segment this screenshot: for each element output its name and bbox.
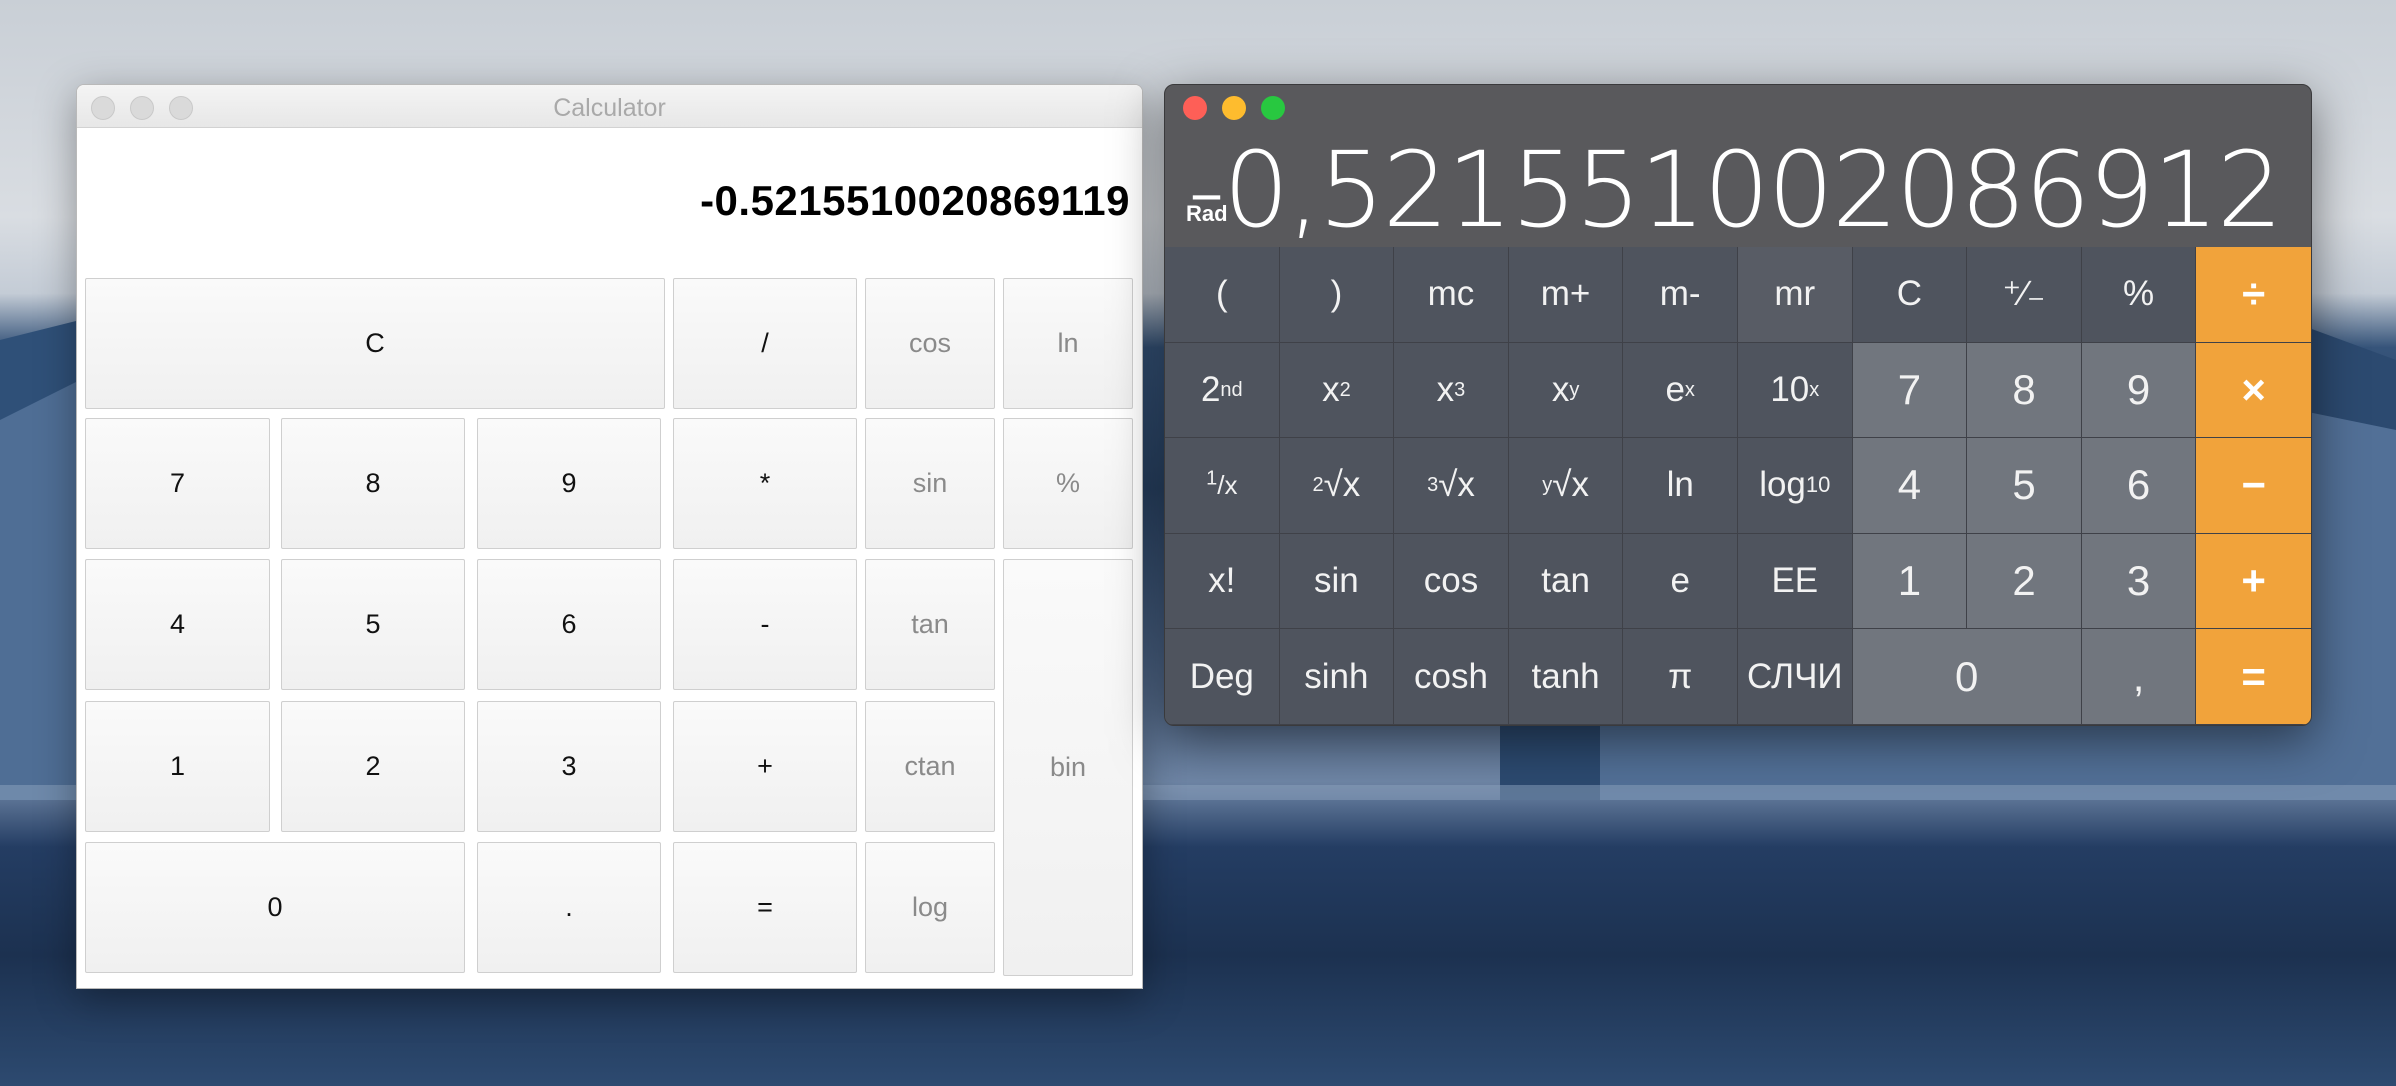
calculator-window-right: Rad -0,521551002086912 ( ) mc m+ m- mr C… [1164,84,2312,726]
memory-recall-button[interactable]: mr [1737,247,1853,343]
equals-button[interactable]: = [2196,629,2311,725]
sinh-button[interactable]: sinh [1279,629,1395,725]
multiply-button[interactable]: × [2196,342,2311,439]
log-button[interactable]: log [865,842,995,973]
digit-4-button[interactable]: 4 [1852,438,1968,534]
result-display: -0.5215510020869119 [700,177,1130,224]
square-root-button[interactable]: 2 √x [1279,438,1395,534]
digit-2-button[interactable]: 2 [281,701,465,832]
ten-power-button[interactable]: 10 x [1737,342,1853,439]
bin-button[interactable]: bin [1003,559,1133,976]
memory-add-button[interactable]: m+ [1508,247,1624,343]
minimize-button[interactable] [1222,96,1246,120]
deg-button[interactable]: Deg [1165,629,1280,725]
digit-1-button[interactable]: 1 [1852,533,1968,630]
digit-5-button[interactable]: 5 [1967,438,2082,534]
percent-button[interactable]: % [2081,247,2197,343]
window-title: Calculator [553,94,666,122]
tan-button[interactable]: tan [1508,533,1624,630]
factorial-button[interactable]: x! [1165,533,1280,630]
euler-button[interactable]: e [1623,533,1738,630]
close-paren-button[interactable]: ) [1279,247,1395,343]
digit-9-button[interactable]: 9 [2081,342,2197,439]
sign-toggle-button[interactable]: ⁺∕₋ [1967,247,2082,343]
digit-9-button[interactable]: 9 [477,418,661,549]
equals-button[interactable]: = [673,842,857,973]
reciprocal-button[interactable]: 1/x [1165,438,1280,534]
ln-button[interactable]: ln [1623,438,1738,534]
clear-button[interactable]: C [85,278,665,409]
nth-root-button[interactable]: y √x [1508,438,1624,534]
digit-6-button[interactable]: 6 [477,559,661,690]
titlebar: Calculator [77,85,1142,128]
cos-button[interactable]: cos [1394,533,1509,630]
calculator-window-left: Calculator -0.5215510020869119 C / cos l… [76,84,1143,989]
log10-button[interactable]: log 10 [1737,438,1853,534]
decimal-comma-button[interactable]: , [2081,629,2197,725]
divide-button[interactable]: / [673,278,857,409]
digit-7-button[interactable]: 7 [85,418,270,549]
divide-button[interactable]: ÷ [2196,247,2311,343]
ctan-button[interactable]: ctan [865,701,995,832]
keypad: ( ) mc m+ m- mr C ⁺∕₋ % ÷ 2nd x2 x3 xy e… [1165,247,2311,725]
digit-3-button[interactable]: 3 [477,701,661,832]
plus-button[interactable]: + [673,701,857,832]
digit-4-button[interactable]: 4 [85,559,270,690]
maximize-button[interactable] [1261,96,1285,120]
memory-clear-button[interactable]: mc [1394,247,1509,343]
tanh-button[interactable]: tanh [1508,629,1624,725]
pi-button[interactable]: π [1623,629,1738,725]
cube-root-button[interactable]: 3 √x [1394,438,1509,534]
digit-8-button[interactable]: 8 [281,418,465,549]
digit-1-button[interactable]: 1 [85,701,270,832]
open-paren-button[interactable]: ( [1165,247,1280,343]
digit-3-button[interactable]: 3 [2081,533,2197,630]
memory-subtract-button[interactable]: m- [1623,247,1738,343]
cosh-button[interactable]: cosh [1394,629,1509,725]
digit-8-button[interactable]: 8 [1967,342,2082,439]
sin-button[interactable]: sin [1279,533,1395,630]
exp-button[interactable]: ex [1623,342,1738,439]
ee-button[interactable]: EE [1737,533,1853,630]
multiply-button[interactable]: * [673,418,857,549]
minus-button[interactable]: - [673,559,857,690]
random-button[interactable]: СЛЧИ [1737,629,1853,725]
digit-2-button[interactable]: 2 [1967,533,2082,630]
digit-0-button[interactable]: 0 [85,842,465,973]
sin-button[interactable]: sin [865,418,995,549]
cos-button[interactable]: cos [865,278,995,409]
clear-button[interactable]: C [1852,247,1968,343]
cube-button[interactable]: x3 [1394,342,1509,439]
minus-button[interactable]: − [2196,438,2311,534]
percent-button[interactable]: % [1003,418,1133,549]
result-display: -0,521551002086912 [1187,129,2283,251]
digit-0-button[interactable]: 0 [1852,629,2082,725]
tan-button[interactable]: tan [865,559,995,690]
second-function-button[interactable]: 2nd [1165,342,1280,439]
digit-7-button[interactable]: 7 [1852,342,1968,439]
plus-button[interactable]: + [2196,533,2311,630]
digit-6-button[interactable]: 6 [2081,438,2197,534]
digit-5-button[interactable]: 5 [281,559,465,690]
close-button[interactable] [1183,96,1207,120]
square-button[interactable]: x2 [1279,342,1395,439]
ln-button[interactable]: ln [1003,278,1133,409]
power-button[interactable]: xy [1508,342,1624,439]
decimal-button[interactable]: . [477,842,661,973]
